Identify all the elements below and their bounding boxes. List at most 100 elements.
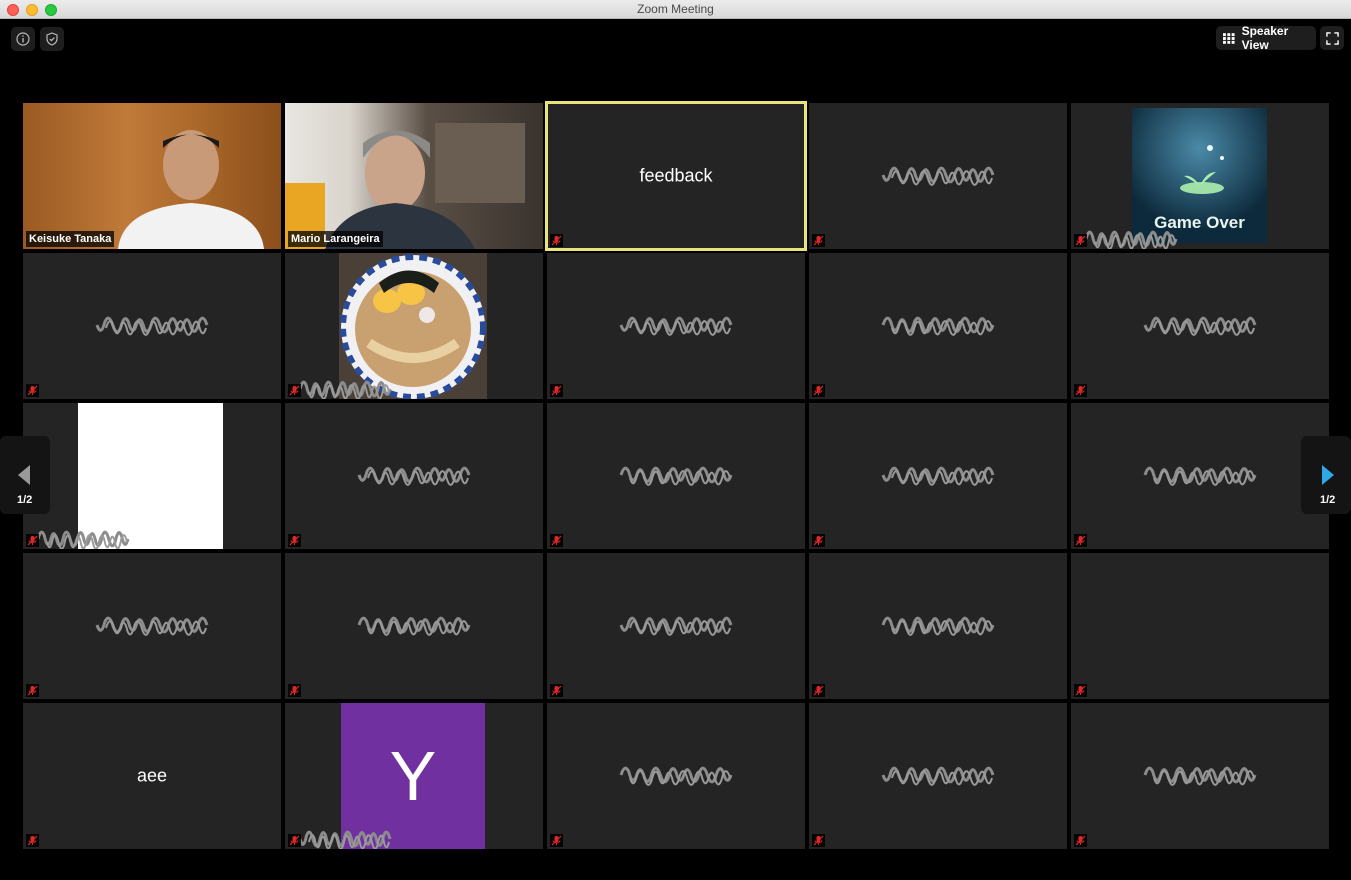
redacted-name-scribble <box>36 530 130 549</box>
mic-muted-indicator <box>812 234 825 247</box>
mic-muted-icon <box>551 235 562 246</box>
participant-tile[interactable] <box>23 253 281 399</box>
participant-tile[interactable]: feedback <box>545 101 807 251</box>
participant-tile[interactable] <box>23 553 281 699</box>
mic-muted-icon <box>813 685 824 696</box>
participant-tile[interactable]: Mario Larangeira <box>285 103 543 249</box>
redacted-name-scribble <box>1143 466 1257 486</box>
participant-tile[interactable] <box>809 253 1067 399</box>
participant-name: aee <box>136 765 168 786</box>
mic-muted-indicator <box>288 684 301 697</box>
redacted-name-scribble <box>881 166 995 186</box>
mic-muted-indicator <box>550 534 563 547</box>
mic-muted-indicator <box>550 834 563 847</box>
mic-muted-icon <box>1075 685 1086 696</box>
participant-tile[interactable]: Y <box>285 703 543 849</box>
redacted-name-scribble <box>357 616 471 636</box>
mic-muted-indicator <box>1074 234 1087 247</box>
next-page-button[interactable]: 1/2 <box>1301 436 1351 514</box>
mic-muted-icon <box>27 535 38 546</box>
mic-muted-icon <box>813 535 824 546</box>
participant-tile[interactable] <box>809 403 1067 549</box>
mic-muted-indicator <box>288 384 301 397</box>
mic-muted-indicator <box>812 684 825 697</box>
mic-muted-icon <box>551 685 562 696</box>
redacted-name-scribble <box>619 316 733 336</box>
redacted-name-scribble <box>619 616 733 636</box>
redacted-name-scribble <box>95 316 209 336</box>
mic-muted-icon <box>289 385 300 396</box>
mic-muted-indicator <box>1074 834 1087 847</box>
mic-muted-indicator <box>550 684 563 697</box>
speaker-view-label: Speaker View <box>1241 24 1289 52</box>
redacted-name-scribble <box>881 616 995 636</box>
mic-muted-indicator <box>26 534 39 547</box>
participant-tile[interactable] <box>1071 253 1329 399</box>
participant-tile[interactable] <box>1071 403 1329 549</box>
mic-muted-icon <box>1075 835 1086 846</box>
participant-tile[interactable] <box>547 403 805 549</box>
fullscreen-icon <box>1325 31 1339 45</box>
prev-page-indicator: 1/2 <box>17 494 33 506</box>
shield-icon[interactable] <box>40 27 64 51</box>
redacted-name-scribble <box>1084 230 1178 249</box>
redacted-name-scribble <box>881 316 995 336</box>
mic-muted-indicator <box>812 834 825 847</box>
participant-name: feedback <box>639 165 713 186</box>
grid-icon <box>1223 32 1235 44</box>
redacted-name-scribble <box>1143 766 1257 786</box>
participant-tile[interactable] <box>285 253 543 399</box>
participant-name: Keisuke Tanaka <box>26 231 115 247</box>
redacted-name-scribble <box>95 616 209 636</box>
participant-tile[interactable] <box>1071 703 1329 849</box>
mic-muted-icon <box>813 835 824 846</box>
mic-muted-icon <box>289 835 300 846</box>
participant-tile[interactable] <box>809 703 1067 849</box>
redacted-name-scribble <box>881 766 995 786</box>
participant-tile[interactable] <box>547 253 805 399</box>
mic-muted-indicator <box>812 534 825 547</box>
participant-tile[interactable] <box>1071 553 1329 699</box>
participant-tile[interactable]: Keisuke Tanaka <box>23 103 281 249</box>
redacted-name-scribble <box>298 380 392 399</box>
speaker-view-button[interactable]: Speaker View <box>1216 24 1316 52</box>
participant-tile[interactable] <box>809 553 1067 699</box>
mic-muted-indicator <box>288 834 301 847</box>
participant-tile[interactable] <box>285 553 543 699</box>
redacted-name-scribble <box>619 466 733 486</box>
redacted-name-scribble <box>357 466 471 486</box>
mic-muted-icon <box>289 535 300 546</box>
window-titlebar: Zoom Meeting <box>0 0 1351 19</box>
mic-muted-icon <box>27 685 38 696</box>
mic-muted-icon <box>1075 535 1086 546</box>
prev-page-button[interactable]: 1/2 <box>0 436 50 514</box>
mic-muted-indicator <box>550 234 563 247</box>
mic-muted-indicator <box>812 384 825 397</box>
participant-tile[interactable] <box>23 403 281 549</box>
window-title: Zoom Meeting <box>637 2 714 16</box>
participant-tile[interactable] <box>547 553 805 699</box>
mic-muted-icon <box>813 235 824 246</box>
participant-tile[interactable] <box>285 403 543 549</box>
mic-muted-icon <box>1075 385 1086 396</box>
mic-muted-indicator <box>26 684 39 697</box>
mic-muted-indicator <box>288 534 301 547</box>
fullscreen-button[interactable] <box>1320 26 1344 50</box>
participant-tile[interactable] <box>547 703 805 849</box>
info-icon[interactable] <box>11 27 35 51</box>
mic-muted-icon <box>813 385 824 396</box>
participant-tile[interactable]: aee <box>23 703 281 849</box>
chevron-right-icon <box>1322 465 1334 485</box>
participant-tile[interactable] <box>809 103 1067 249</box>
participant-video <box>23 103 281 249</box>
participant-name: Mario Larangeira <box>288 231 383 247</box>
chevron-left-icon <box>18 465 30 485</box>
redacted-name-scribble <box>298 830 392 849</box>
mic-muted-icon <box>1075 235 1086 246</box>
participant-tile[interactable]: Game Over <box>1071 103 1329 249</box>
participant-video <box>285 103 543 249</box>
mic-muted-indicator <box>1074 684 1087 697</box>
mic-muted-icon <box>27 385 38 396</box>
redacted-name-scribble <box>1143 316 1257 336</box>
mic-muted-indicator <box>26 834 39 847</box>
